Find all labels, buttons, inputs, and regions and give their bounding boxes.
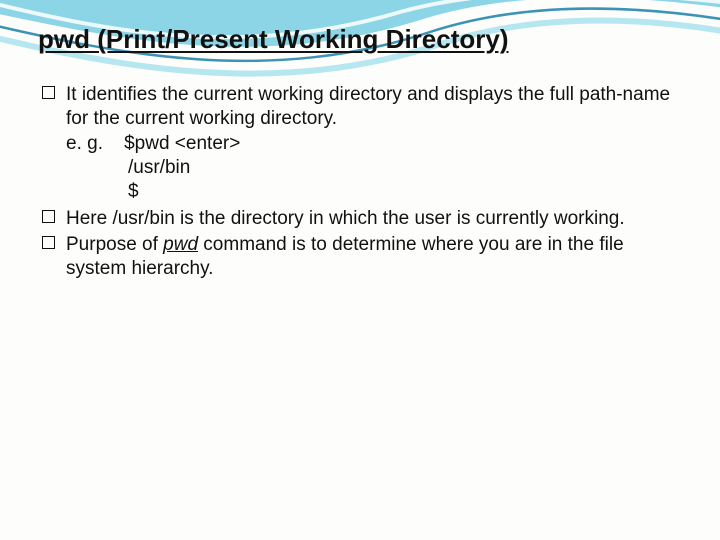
example-command: $pwd <enter> [124,133,240,154]
slide-title: pwd (Print/Present Working Directory) [38,24,682,55]
example-output: /usr/bin [66,156,682,180]
list-item: Purpose of pwd command is to determine w… [42,233,682,282]
example-line: e. g. $pwd <enter> [66,132,682,156]
square-bullet-icon [42,86,55,99]
square-bullet-icon [42,236,55,249]
example-label: e. g. [66,133,103,154]
bullet-text: Here /usr/bin is the directory in which … [66,208,625,229]
square-bullet-icon [42,210,55,223]
bullet-text-underlined: pwd [163,234,198,255]
slide-content: pwd (Print/Present Working Directory) It… [0,0,720,282]
list-item: It identifies the current working direct… [42,83,682,205]
bullet-text-prefix: Purpose of [66,234,163,255]
bullet-text: It identifies the current working direct… [66,84,670,129]
list-item: Here /usr/bin is the directory in which … [42,207,682,231]
example-prompt: $ [66,180,682,204]
bullet-list: It identifies the current working direct… [42,83,682,282]
